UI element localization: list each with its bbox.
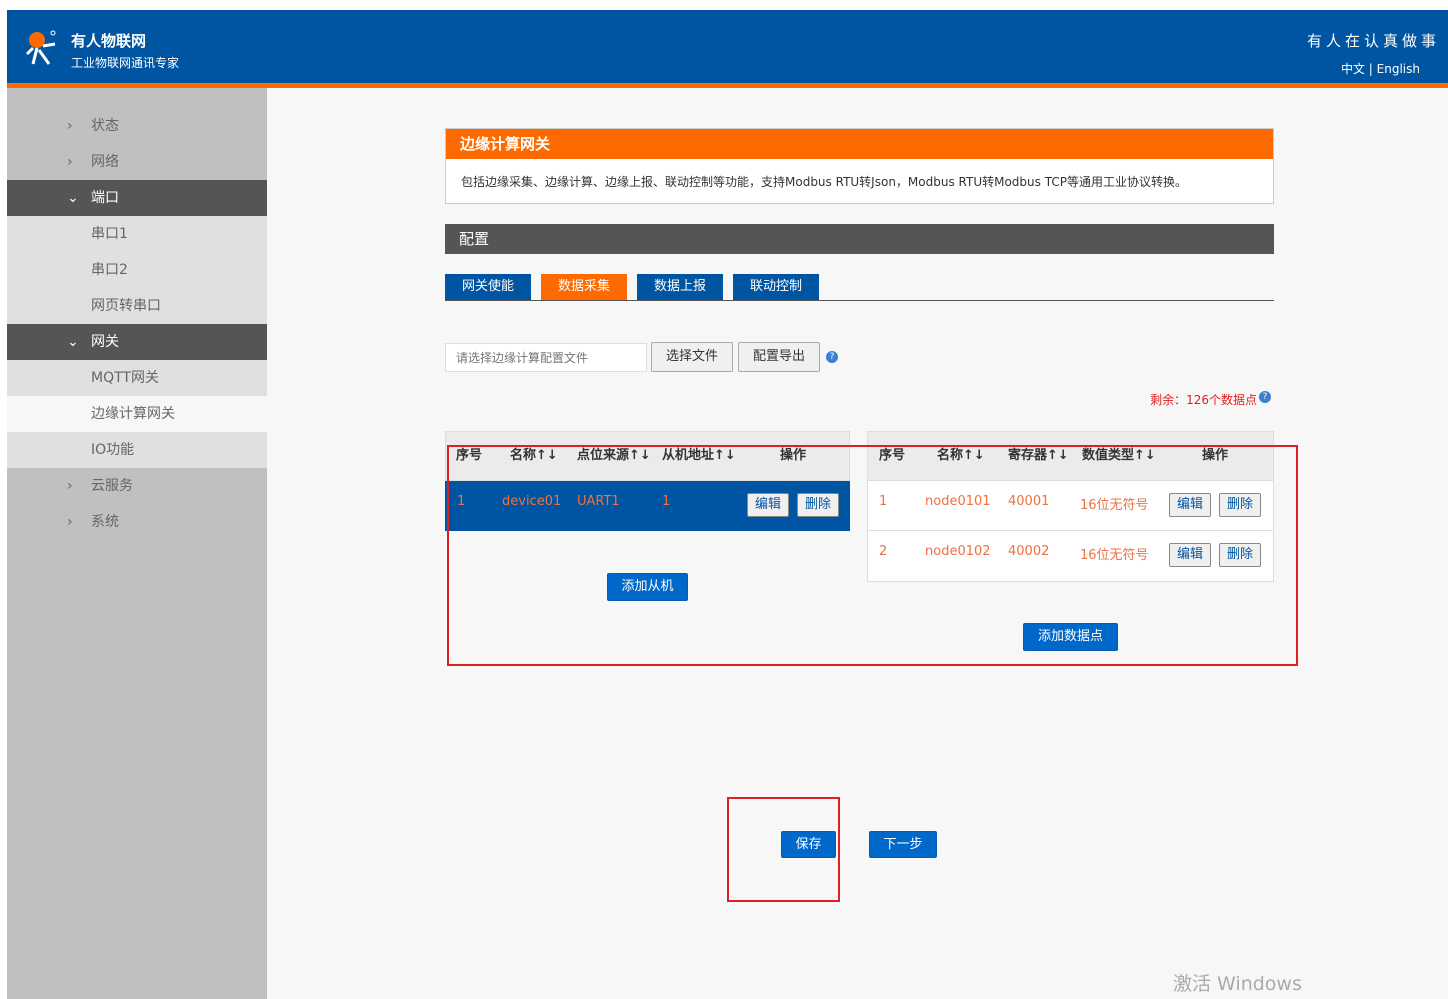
chevron-right-icon: ›: [67, 478, 73, 494]
remaining-points: 剩余：126个数据点: [1150, 393, 1257, 407]
sidebar-item[interactable]: ⌄ 端口: [7, 180, 267, 216]
sidebar-item[interactable]: 串口2: [7, 252, 267, 288]
highlight-box: [447, 445, 1298, 666]
sidebar-item-label: 状态: [91, 118, 119, 134]
sidebar-item[interactable]: › 状态: [7, 108, 267, 144]
intro-panel: 边缘计算网关 包括边缘采集、边缘计算、边缘上报、联动控制等功能，支持Modbus…: [445, 128, 1274, 204]
tab-linkage-control[interactable]: 联动控制: [733, 274, 819, 300]
sidebar-item-label: 串口1: [91, 226, 128, 242]
panel-title: 边缘计算网关: [446, 129, 1273, 159]
windows-watermark: 激活 Windows: [1173, 973, 1302, 995]
sidebar-item-label: 边缘计算网关: [91, 406, 175, 422]
help-icon[interactable]: ?: [826, 351, 838, 363]
lang-zh-link[interactable]: 中文: [1341, 62, 1365, 76]
motto: 有人在认真做事: [1306, 32, 1440, 50]
next-step-button[interactable]: 下一步: [869, 831, 937, 858]
lang-separator: |: [1368, 62, 1373, 76]
sidebar-item[interactable]: 网页转串口: [7, 288, 267, 324]
sidebar-item[interactable]: › 云服务: [7, 468, 267, 504]
sidebar-item-label: IO功能: [91, 442, 135, 458]
sidebar-item[interactable]: › 网络: [7, 144, 267, 180]
sidebar-item[interactable]: › 系统: [7, 504, 267, 540]
sidebar-item-label: 网页转串口: [91, 298, 161, 314]
chevron-down-icon: ⌄: [67, 334, 79, 350]
sidebar: › 状态 › 网络 ⌄ 端口串口1 串口2 网页转串口 ⌄ 网关 MQTT网关 边缘计算网关 IO功能 ›…: [7, 88, 267, 999]
tab-gateway-enable[interactable]: 网关使能: [445, 274, 531, 300]
sidebar-item-label: 系统: [91, 514, 119, 530]
sidebar-item-label: 网络: [91, 154, 119, 170]
export-config-button[interactable]: 配置导出: [738, 342, 820, 372]
tab-data-report[interactable]: 数据上报: [637, 274, 723, 300]
lang-en-link[interactable]: English: [1377, 62, 1420, 76]
sidebar-item-label: 串口2: [91, 262, 128, 278]
sidebar-item-label: 云服务: [91, 478, 133, 494]
brand-name: 有人物联网: [71, 32, 147, 50]
sidebar-item[interactable]: ⌄ 网关: [7, 324, 267, 360]
sidebar-item[interactable]: 串口1: [7, 216, 267, 252]
logo-icon: [25, 30, 56, 65]
config-file-input[interactable]: [445, 343, 647, 372]
header: 有人物联网 工业物联网通讯专家 有人在认真做事 中文 | English: [7, 10, 1448, 83]
tab-divider: [445, 300, 1274, 301]
chevron-right-icon: ›: [67, 118, 73, 134]
panel-description: 包括边缘采集、边缘计算、边缘上报、联动控制等功能，支持Modbus RTU转Js…: [461, 175, 1187, 189]
chevron-right-icon: ›: [67, 514, 73, 530]
chevron-right-icon: ›: [67, 154, 73, 170]
brand-slogan: 工业物联网通讯专家: [71, 56, 180, 70]
sidebar-item-label: 端口: [91, 190, 119, 206]
sidebar-item[interactable]: IO功能: [7, 432, 267, 468]
choose-file-button[interactable]: 选择文件: [651, 342, 733, 372]
config-title: 配置: [445, 224, 1274, 254]
highlight-box: [727, 797, 840, 902]
sidebar-item[interactable]: 边缘计算网关: [7, 396, 267, 432]
sidebar-item-label: 网关: [91, 334, 119, 350]
chevron-down-icon: ⌄: [67, 190, 79, 206]
tab-data-collection[interactable]: 数据采集: [541, 274, 627, 300]
sidebar-item-label: MQTT网关: [91, 370, 159, 386]
sidebar-item[interactable]: MQTT网关: [7, 360, 267, 396]
help-icon[interactable]: ?: [1259, 391, 1271, 403]
